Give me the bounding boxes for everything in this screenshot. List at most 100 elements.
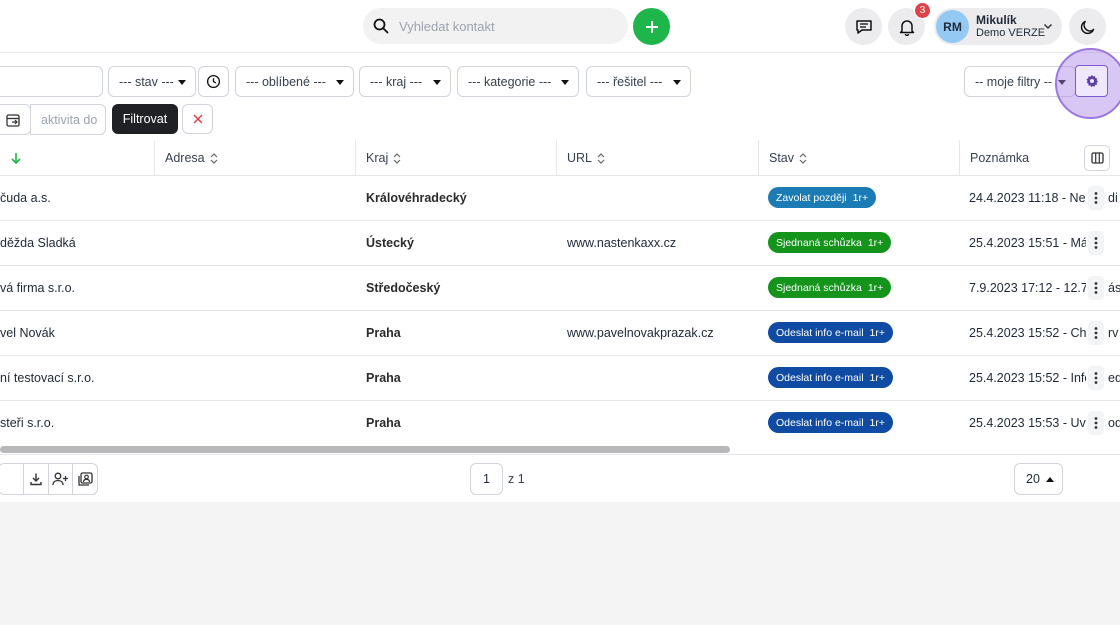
row-actions-button[interactable] [1088,366,1104,390]
avatar: RM [936,10,969,43]
clear-filters-button[interactable] [182,104,213,134]
table-row[interactable]: čuda a.s. Královéhradecký Zavolat pozděj… [0,176,1120,221]
cell-note: 25.4.2023 15:52 - Ch [969,326,1086,340]
status-filter-select[interactable]: --- stav --- [108,66,196,97]
region-filter-label: --- kraj --- [370,74,423,89]
cell-name[interactable]: čuda a.s. [0,176,154,220]
cell-name[interactable]: děžda Sladká [0,221,154,265]
messages-button[interactable] [845,8,882,45]
status-badge[interactable]: Zavolat později 1r+ [768,187,877,208]
cell-url[interactable] [567,356,752,400]
cell-region: Středočeský [366,281,441,295]
select-all-button[interactable] [0,464,23,494]
sort-icon [799,152,807,164]
cell-name[interactable]: vel Novák [0,311,154,355]
filter-settings-button[interactable] [1075,65,1108,97]
plus-icon [645,20,658,33]
cell-url[interactable] [567,266,752,310]
close-icon [192,114,203,124]
table-row[interactable]: ní testovací s.r.o. Praha Odeslat info e… [0,356,1120,401]
cell-url[interactable]: www.pavelnovakprazak.cz [567,311,752,355]
region-filter-select[interactable]: --- kraj --- [359,66,451,97]
my-filters-label: -- moje filtry -- [975,74,1053,89]
more-icon [1094,327,1098,339]
activity-to-input[interactable]: aktivita do [30,104,106,135]
cell-url[interactable]: www.nastenkaxx.cz [567,221,752,265]
name-filter-field[interactable] [0,66,103,97]
row-actions-button[interactable] [1088,276,1104,300]
table-row[interactable]: steři s.r.o. Praha Odeslat info e-mail 1r… [0,401,1120,446]
current-page-input[interactable]: 1 [470,463,503,495]
contacts-button[interactable] [72,464,97,494]
search-box[interactable] [363,8,628,44]
notification-count-badge: 3 [914,2,931,19]
caret-up-icon [1045,476,1054,482]
cell-note-overflow: ás [1108,281,1120,295]
per-page-select[interactable]: 20 [1014,463,1063,495]
user-info: Mikulík Demo VERZE [976,13,1045,40]
row-actions-button[interactable] [1088,186,1104,210]
status-badge[interactable]: Odeslat info e-mail 1r+ [768,322,894,343]
favorites-filter-select[interactable]: --- oblíbené --- [235,66,354,97]
row-actions-button[interactable] [1088,321,1104,345]
row-actions-button[interactable] [1088,231,1104,255]
search-input[interactable] [399,18,599,34]
cell-name[interactable]: vá firma s.r.o. [0,266,154,310]
date-picker-button[interactable] [0,104,31,135]
activity-to-placeholder: aktivita do [41,112,98,127]
column-header-url[interactable]: URL [556,140,758,176]
more-icon [1094,192,1098,204]
cell-address [165,176,345,220]
add-user-button[interactable] [47,464,73,494]
cell-note: 25.4.2023 15:51 - Má [969,236,1086,250]
cell-region: Ústecký [366,236,414,250]
add-contact-button[interactable] [633,8,670,45]
cell-note: 24.4.2023 11:18 - Neb [969,191,1086,205]
column-header-name[interactable] [0,140,154,176]
cell-address [165,356,345,400]
column-header-address[interactable]: Adresa [154,140,355,176]
column-header-region[interactable]: Kraj [355,140,556,176]
scrollbar-thumb[interactable] [0,446,730,453]
category-filter-label: --- kategorie --- [468,74,552,89]
status-badge[interactable]: Odeslat info e-mail 1r+ [768,367,894,388]
more-icon [1094,282,1098,294]
apply-filter-button[interactable]: Filtrovat [112,104,178,134]
assignee-filter-select[interactable]: --- řešitel --- [586,66,691,97]
column-label-region: Kraj [366,151,389,165]
cell-url[interactable] [567,176,752,220]
cell-note: 25.4.2023 15:52 - Info [969,371,1086,385]
cell-name[interactable]: steři s.r.o. [0,401,154,445]
status-badge[interactable]: Sjednaná schůzka 1r+ [768,277,892,298]
table-row[interactable]: vá firma s.r.o. Středočeský Sjednaná sch… [0,266,1120,311]
table-row[interactable]: vel Novák Praha www.pavelnovakprazak.cz … [0,311,1120,356]
table-header: Adresa Kraj URL Stav Poznámka [0,140,1120,176]
sort-icon [393,152,401,164]
theme-toggle-button[interactable] [1069,8,1106,45]
caret-down-icon [561,80,569,85]
cell-note-overflow: ed [1108,371,1120,385]
category-filter-select[interactable]: --- kategorie --- [457,66,579,97]
add-user-icon [52,472,68,486]
history-button[interactable] [198,66,229,97]
status-badge[interactable]: Sjednaná schůzka 1r+ [768,232,892,253]
cell-url[interactable] [567,401,752,445]
per-page-value: 20 [1026,472,1040,486]
more-icon [1094,237,1098,249]
row-actions-button[interactable] [1088,411,1104,435]
export-button[interactable] [22,464,48,494]
table-row[interactable]: děžda Sladká Ústecký www.nastenkaxx.cz S… [0,221,1120,266]
user-menu[interactable]: RM Mikulík Demo VERZE [934,8,1062,45]
column-label-note: Poznámka [970,151,1030,165]
cell-region: Praha [366,371,401,385]
chat-icon [855,19,872,34]
column-header-status[interactable]: Stav [758,140,959,176]
status-badge[interactable]: Odeslat info e-mail 1r+ [768,412,894,433]
chevron-down-icon [1043,23,1053,30]
cell-region: Královéhradecký [366,191,467,205]
columns-icon [1090,152,1104,164]
more-icon [1094,417,1098,429]
column-settings-button[interactable] [1084,145,1110,171]
cell-address [165,311,345,355]
cell-name[interactable]: ní testovací s.r.o. [0,356,154,400]
